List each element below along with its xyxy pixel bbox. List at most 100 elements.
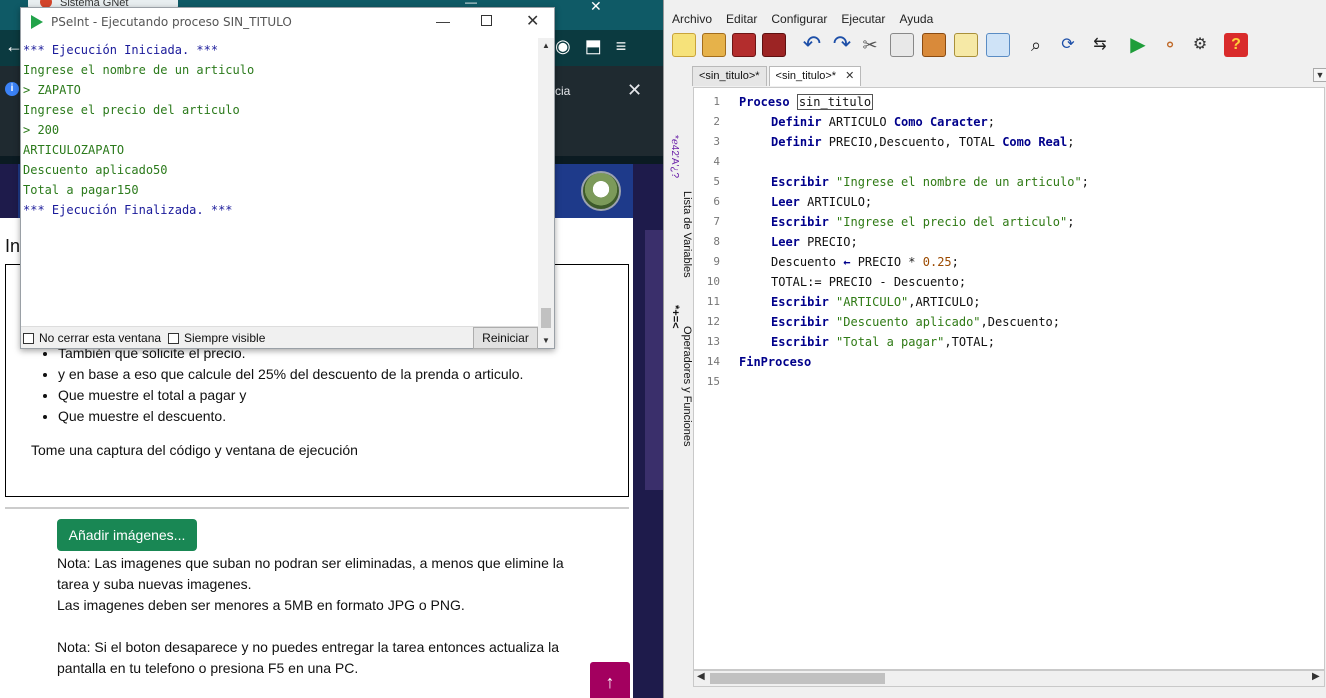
scrollbar-thumb[interactable] — [710, 673, 885, 684]
scrollbar-thumb[interactable] — [541, 308, 551, 328]
execution-title: PSeInt - Ejecutando proceso SIN_TITULO — [51, 15, 292, 29]
line-number: 15 — [706, 375, 720, 388]
scroll-right-icon[interactable]: ▶ — [1312, 671, 1320, 682]
scroll-up-icon[interactable]: ▲ — [542, 41, 550, 50]
execution-footer: No cerrar esta ventana Siempre visible R… — [21, 326, 538, 349]
paste-icon[interactable] — [922, 33, 946, 57]
maximize-icon[interactable] — [481, 15, 492, 26]
keyword: Leer — [771, 195, 800, 209]
console-line: *** Ejecución Iniciada. *** — [23, 43, 219, 57]
keyword: Definir — [771, 115, 822, 129]
line-number: 1 — [713, 95, 720, 108]
execution-title-bar: PSeInt - Ejecutando proceso SIN_TITULO —… — [21, 8, 554, 38]
task-list: También que solicite el precio. y en bas… — [58, 343, 523, 427]
cut-icon[interactable]: ✂ — [858, 33, 882, 57]
scroll-top-button[interactable]: ↑ — [590, 662, 630, 698]
step-icon[interactable]: ⚬ — [1158, 33, 1182, 57]
minimize-icon[interactable]: — — [436, 13, 450, 29]
tab-sin-titulo-2[interactable]: <sin_titulo>* ✕ — [768, 66, 862, 86]
string-literal: "Ingrese el precio del articulo" — [836, 215, 1068, 229]
undo-icon[interactable]: ↶ — [800, 33, 824, 57]
execution-window: PSeInt - Ejecutando proceso SIN_TITULO —… — [20, 7, 555, 349]
line-number: 6 — [713, 195, 720, 208]
menu-ejecutar[interactable]: Ejecutar — [841, 12, 885, 26]
code-text: ,TOTAL; — [944, 335, 995, 349]
console-output: *** Ejecución Iniciada. *** Ingrese el n… — [23, 40, 537, 332]
menu-configurar[interactable]: Configurar — [771, 12, 827, 26]
number-literal: 0.25 — [915, 255, 952, 269]
scroll-left-icon[interactable]: ◀ — [697, 671, 705, 682]
code-text: ARTICULO; — [799, 195, 873, 209]
keyword: Escribir — [771, 295, 829, 309]
code-text: TOTAL:= PRECIO - Descuento; — [771, 275, 967, 289]
flowchart-icon[interactable]: ⚙ — [1188, 33, 1212, 57]
replace-icon[interactable]: ⇆ — [1088, 33, 1112, 57]
page-scrollbar[interactable] — [645, 230, 663, 490]
browser-close-icon[interactable]: ✕ — [590, 0, 602, 15]
console-scrollbar[interactable] — [538, 38, 554, 348]
line-number: 11 — [706, 295, 720, 308]
line-number: 4 — [713, 155, 720, 168]
new-file-icon[interactable] — [672, 33, 696, 57]
console-line: Descuento aplicado50 — [23, 163, 168, 177]
menu-editar[interactable]: Editar — [726, 12, 757, 26]
keyword: Escribir — [771, 215, 829, 229]
keyword: Escribir — [771, 315, 829, 329]
inspect-icon[interactable] — [986, 33, 1010, 57]
tab-sin-titulo-1[interactable]: <sin_titulo>* — [692, 66, 767, 86]
side-panel: *ℯ42'A'¿? Lista de Variables *+=< Operad… — [664, 65, 693, 698]
operator: * — [908, 255, 916, 269]
save-as-icon[interactable] — [762, 33, 786, 57]
no-cerrar-checkbox[interactable] — [23, 333, 34, 344]
redo-icon[interactable]: ↷ — [830, 33, 854, 57]
editor-tabs: <sin_titulo>* <sin_titulo>* ✕ — [692, 66, 862, 86]
horizontal-scrollbar[interactable]: ◀ ▶ — [693, 670, 1325, 687]
line-number: 5 — [713, 175, 720, 188]
help-icon[interactable]: ? — [1224, 33, 1248, 57]
menu-icon[interactable]: ≡ — [616, 36, 627, 57]
run-icon[interactable]: ▶ — [1126, 33, 1150, 57]
line-number: 14 — [706, 355, 720, 368]
note-text: Nota: Las imagenes que suban no podran s… — [57, 555, 564, 592]
save-icon[interactable] — [732, 33, 756, 57]
console-line: Ingrese el nombre de un articulo — [23, 63, 255, 77]
site-header-edge — [0, 164, 18, 218]
note-text: Las imagenes deben ser menores a 5MB en … — [57, 597, 465, 613]
siempre-visible-checkbox[interactable] — [168, 333, 179, 344]
task-note: Tome una captura del código y ventana de… — [31, 442, 358, 458]
search-next-icon[interactable]: ⟳ — [1056, 33, 1080, 57]
indent-icon[interactable] — [954, 33, 978, 57]
add-images-button[interactable]: Añadir imágenes... — [57, 519, 197, 551]
tab-close-icon[interactable]: ✕ — [845, 70, 854, 82]
keyword: Como Real — [1002, 135, 1068, 149]
console-line: > 200 — [23, 123, 60, 137]
pseint-editor-window: Archivo Editar Configurar Ejecutar Ayuda… — [663, 0, 1326, 698]
profile-icon[interactable]: ◉ — [555, 36, 571, 57]
list-item: Que muestre el total a pagar y — [58, 385, 523, 406]
menu-archivo[interactable]: Archivo — [672, 12, 712, 26]
copy-icon[interactable] — [890, 33, 914, 57]
code-editor[interactable]: 1 Proceso sin_titulo 2 Definir ARTICULO Co… — [693, 87, 1325, 670]
menu-ayuda[interactable]: Ayuda — [899, 12, 933, 26]
operators-panel-tab[interactable]: Operadores y Funciones — [681, 326, 693, 496]
info-bar-text: cia — [555, 84, 571, 98]
variables-panel-tab[interactable]: Lista de Variables — [681, 191, 693, 321]
console-line: ARTICULOZAPATO — [23, 143, 125, 157]
search-icon[interactable]: ⌕ — [1024, 33, 1048, 57]
open-folder-icon[interactable] — [702, 33, 726, 57]
list-item: Que muestre el descuento. — [58, 406, 523, 427]
reiniciar-button[interactable]: Reiniciar — [473, 327, 538, 349]
console-line: *** Ejecución Finalizada. *** — [23, 203, 233, 217]
scroll-down-icon[interactable]: ▼ — [542, 336, 550, 345]
tabs-dropdown-icon[interactable]: ▼ — [1313, 68, 1326, 82]
extensions-icon[interactable]: ⬒ — [585, 36, 602, 57]
line-number: 8 — [713, 235, 720, 248]
note-spacer — [57, 616, 577, 637]
keyword: Escribir — [771, 335, 829, 349]
line-number: 12 — [706, 315, 720, 328]
avatar[interactable] — [581, 171, 621, 211]
keyword: Escribir — [771, 175, 829, 189]
close-icon[interactable]: ✕ — [526, 11, 539, 31]
divider — [5, 507, 629, 509]
info-close-icon[interactable]: ✕ — [627, 80, 642, 101]
